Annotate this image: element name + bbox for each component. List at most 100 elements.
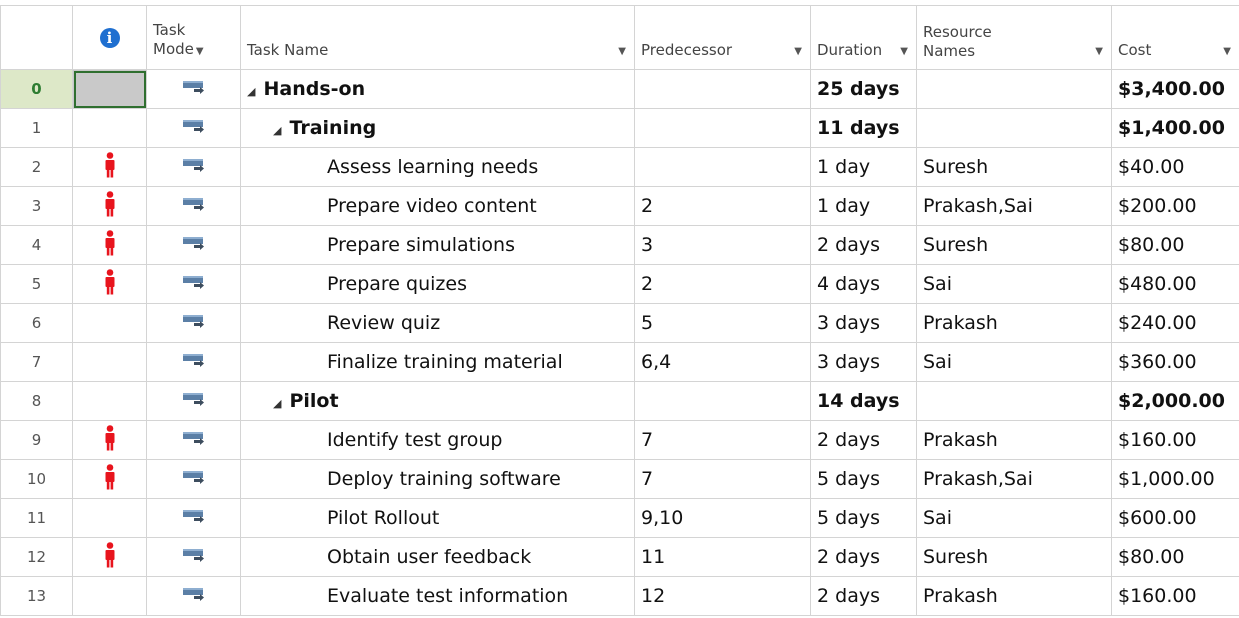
indicator-cell[interactable]	[72, 147, 147, 187]
predecessor-cell[interactable]: 7	[634, 459, 811, 499]
predecessor-cell[interactable]: 6,4	[634, 342, 811, 382]
table-row[interactable]: 8 ◢ Pilot 14 days $2,000.00	[0, 381, 1239, 421]
task-name-cell[interactable]: ◢ Training	[240, 108, 635, 148]
resource-names-cell[interactable]: Sai	[916, 498, 1112, 538]
task-name-cell[interactable]: Identify test group	[240, 420, 635, 460]
task-name-cell[interactable]: ◢ Hands-on	[240, 69, 635, 109]
indicator-cell[interactable]	[72, 303, 147, 343]
duration-cell[interactable]: 14 days	[810, 381, 917, 421]
predecessor-cell[interactable]: 2	[634, 264, 811, 304]
resource-names-cell[interactable]: Suresh	[916, 537, 1112, 577]
task-mode-cell[interactable]	[146, 420, 241, 460]
row-number[interactable]: 2	[0, 147, 73, 187]
cost-cell[interactable]: $3,400.00	[1111, 69, 1239, 109]
table-row[interactable]: 0 ◢ Hands-on 25 days $3,400.00	[0, 69, 1239, 109]
indicator-cell[interactable]	[72, 576, 147, 616]
duration-cell[interactable]: 25 days	[810, 69, 917, 109]
cost-cell[interactable]: $360.00	[1111, 342, 1239, 382]
task-name-cell[interactable]: Obtain user feedback	[240, 537, 635, 577]
cost-cell[interactable]: $160.00	[1111, 420, 1239, 460]
cost-cell[interactable]: $2,000.00	[1111, 381, 1239, 421]
task-mode-cell[interactable]	[146, 225, 241, 265]
predecessor-cell[interactable]: 7	[634, 420, 811, 460]
row-number[interactable]: 10	[0, 459, 73, 499]
table-row[interactable]: 5 Prepare quizes 2 4 days Sai $480.00	[0, 264, 1239, 304]
indicator-cell[interactable]	[72, 381, 147, 421]
row-number[interactable]: 9	[0, 420, 73, 460]
row-number[interactable]: 1	[0, 108, 73, 148]
table-row[interactable]: 6 Review quiz 5 3 days Prakash $240.00	[0, 303, 1239, 343]
chevron-down-icon[interactable]: ▼	[1223, 46, 1231, 57]
cost-cell[interactable]: $160.00	[1111, 576, 1239, 616]
duration-cell[interactable]: 2 days	[810, 420, 917, 460]
task-name-cell[interactable]: ◢ Pilot	[240, 381, 635, 421]
task-mode-cell[interactable]	[146, 342, 241, 382]
duration-cell[interactable]: 3 days	[810, 342, 917, 382]
collapse-triangle-icon[interactable]: ◢	[273, 124, 281, 137]
row-number[interactable]: 5	[0, 264, 73, 304]
cost-cell[interactable]: $80.00	[1111, 537, 1239, 577]
chevron-down-icon[interactable]: ▼	[196, 46, 204, 57]
resource-names-cell[interactable]: Prakash	[916, 420, 1112, 460]
predecessor-cell[interactable]: 2	[634, 186, 811, 226]
row-number[interactable]: 4	[0, 225, 73, 265]
predecessor-cell[interactable]	[634, 108, 811, 148]
predecessor-cell[interactable]: 5	[634, 303, 811, 343]
chevron-down-icon[interactable]: ▼	[794, 46, 802, 57]
duration-header[interactable]: Duration ▼	[810, 5, 917, 70]
indicator-cell[interactable]	[72, 537, 147, 577]
task-mode-cell[interactable]	[146, 498, 241, 538]
resource-names-cell[interactable]	[916, 381, 1112, 421]
indicator-cell[interactable]	[72, 108, 147, 148]
duration-cell[interactable]: 11 days	[810, 108, 917, 148]
resource-names-cell[interactable]: Prakash	[916, 303, 1112, 343]
table-row[interactable]: 7 Finalize training material 6,4 3 days Sai $…	[0, 342, 1239, 382]
row-number[interactable]: 12	[0, 537, 73, 577]
chevron-down-icon[interactable]: ▼	[1095, 46, 1103, 57]
table-row[interactable]: 10 Deploy training software 7 5 days Prakash…	[0, 459, 1239, 499]
table-row[interactable]: 11 Pilot Rollout 9,10 5 days Sai $600.00	[0, 498, 1239, 538]
resource-names-cell[interactable]	[916, 69, 1112, 109]
collapse-triangle-icon[interactable]: ◢	[273, 397, 281, 410]
cost-cell[interactable]: $1,000.00	[1111, 459, 1239, 499]
cost-cell[interactable]: $40.00	[1111, 147, 1239, 187]
table-row[interactable]: 1 ◢ Training 11 days $1,400.00	[0, 108, 1239, 148]
cost-cell[interactable]: $600.00	[1111, 498, 1239, 538]
task-mode-cell[interactable]	[146, 576, 241, 616]
predecessor-cell[interactable]: 11	[634, 537, 811, 577]
chevron-down-icon[interactable]: ▼	[900, 46, 908, 57]
resource-names-header[interactable]: Resource Names ▼	[916, 5, 1112, 70]
row-number[interactable]: 0	[0, 69, 73, 109]
indicator-cell[interactable]	[72, 498, 147, 538]
task-mode-cell[interactable]	[146, 303, 241, 343]
resource-names-cell[interactable]: Prakash,Sai	[916, 186, 1112, 226]
task-mode-cell[interactable]	[146, 459, 241, 499]
cost-cell[interactable]: $200.00	[1111, 186, 1239, 226]
table-row[interactable]: 9 Identify test group 7 2 days Prakash $160.0…	[0, 420, 1239, 460]
task-name-cell[interactable]: Finalize training material	[240, 342, 635, 382]
duration-cell[interactable]: 5 days	[810, 459, 917, 499]
predecessor-cell[interactable]	[634, 381, 811, 421]
indicator-cell[interactable]	[72, 264, 147, 304]
table-row[interactable]: 4 Prepare simulations 3 2 days Suresh $80.00	[0, 225, 1239, 265]
task-mode-cell[interactable]	[146, 147, 241, 187]
predecessor-cell[interactable]: 12	[634, 576, 811, 616]
resource-names-cell[interactable]: Suresh	[916, 147, 1112, 187]
indicator-cell[interactable]	[72, 186, 147, 226]
task-name-cell[interactable]: Prepare video content	[240, 186, 635, 226]
select-all-header[interactable]	[0, 5, 73, 70]
task-name-cell[interactable]: Deploy training software	[240, 459, 635, 499]
task-name-cell[interactable]: Prepare simulations	[240, 225, 635, 265]
indicator-cell[interactable]	[72, 225, 147, 265]
predecessor-cell[interactable]	[634, 147, 811, 187]
row-number[interactable]: 3	[0, 186, 73, 226]
resource-names-cell[interactable]: Prakash	[916, 576, 1112, 616]
duration-cell[interactable]: 3 days	[810, 303, 917, 343]
task-name-cell[interactable]: Prepare quizes	[240, 264, 635, 304]
table-row[interactable]: 2 Assess learning needs 1 day Suresh $40.00	[0, 147, 1239, 187]
task-mode-cell[interactable]	[146, 186, 241, 226]
predecessor-cell[interactable]: 9,10	[634, 498, 811, 538]
task-mode-cell[interactable]	[146, 381, 241, 421]
task-mode-cell[interactable]	[146, 537, 241, 577]
resource-names-cell[interactable]: Prakash,Sai	[916, 459, 1112, 499]
